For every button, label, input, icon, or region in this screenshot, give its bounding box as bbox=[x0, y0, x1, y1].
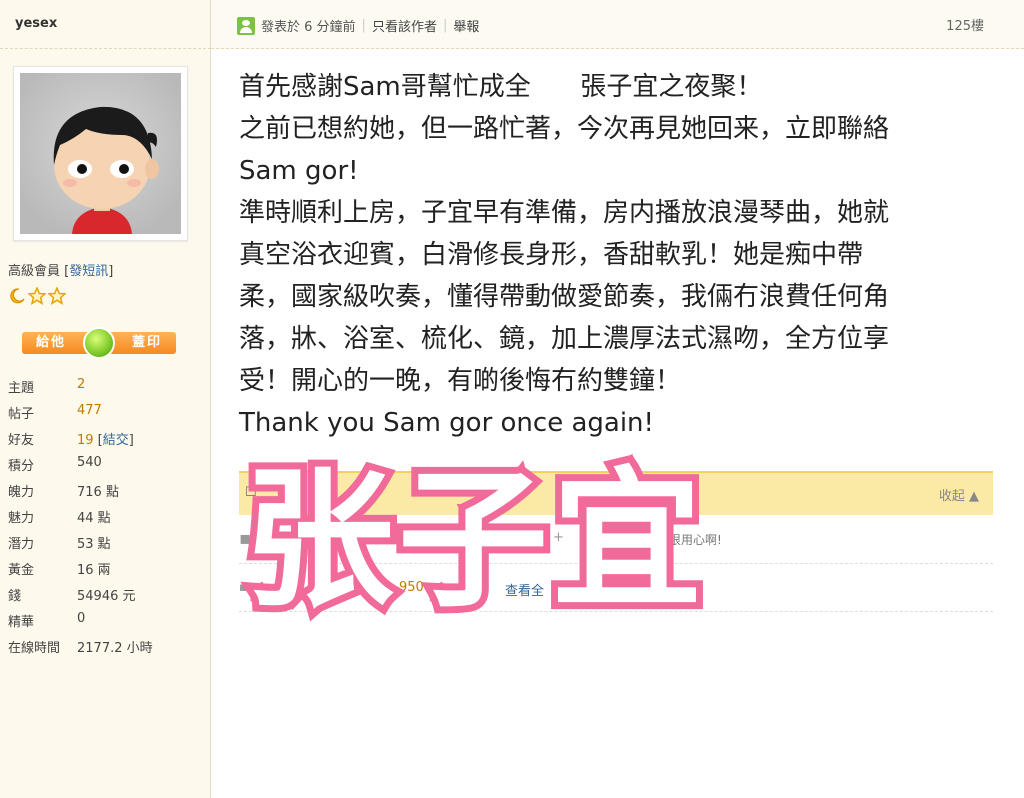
stat-value: 0 bbox=[77, 611, 85, 626]
stat-row: 在線時間 2177.2 小時 bbox=[8, 637, 208, 663]
member-level-text: 高級會員 bbox=[8, 264, 61, 279]
stat-label: 錢 bbox=[8, 589, 22, 604]
avatar[interactable] bbox=[13, 66, 188, 241]
post-line: 柔，國家級吹奏，懂得帶動做愛節奏，我倆冇浪費任何角 bbox=[239, 282, 890, 312]
chevron-up-icon: ▲ bbox=[969, 489, 979, 504]
star-icon bbox=[48, 287, 66, 305]
stat-number: 540 bbox=[77, 455, 102, 470]
stat-label: 魅力 bbox=[8, 511, 35, 526]
user-icon bbox=[237, 16, 255, 35]
stat-number[interactable]: 477 bbox=[77, 403, 102, 418]
post-line: 之前已想約她，但一路忙著，今次再見她回来，立即聯絡 bbox=[239, 114, 890, 144]
watermark-text: 张子宜 bbox=[237, 447, 709, 635]
user-stats: 主題 2 帖子 477 好友 19 [結交] 積分 540 魄力 716 點魅力 44 點潛力 53 … bbox=[8, 377, 208, 663]
stat-value[interactable]: 19 [結交] bbox=[77, 429, 134, 448]
add-friend-link[interactable]: 結交 bbox=[103, 433, 129, 448]
username-link[interactable]: yesex bbox=[15, 16, 57, 31]
user-sidebar: yesex 高級會員 [發短訊] 給他 蓋印 主題 2 帖子 477 好友 19… bbox=[0, 0, 211, 798]
stat-value: 54946 元 bbox=[77, 585, 136, 604]
stat-label: 在線時間 bbox=[8, 641, 61, 656]
stat-value[interactable]: 2 bbox=[77, 377, 85, 392]
send-message-link[interactable]: 發短訊 bbox=[69, 264, 108, 279]
post-line: 準時順利上房，子宜早有準備，房内播放浪漫琴曲，她就 bbox=[239, 198, 890, 228]
posted-time: 發表於 6 分鐘前 bbox=[261, 20, 356, 35]
rank-icons bbox=[8, 287, 66, 307]
stat-number[interactable]: 19 bbox=[77, 433, 94, 448]
stat-value: 44 點 bbox=[77, 507, 111, 526]
post-line: Thank you Sam gor once again! bbox=[239, 408, 654, 438]
divider bbox=[0, 48, 211, 49]
stat-value: 53 點 bbox=[77, 533, 111, 552]
stat-row: 魄力 716 點 bbox=[8, 481, 208, 507]
stat-label: 精華 bbox=[8, 615, 35, 630]
stat-label: 好友 bbox=[8, 433, 35, 448]
stat-number[interactable]: 2 bbox=[77, 377, 85, 392]
stat-number: 54946 元 bbox=[77, 589, 136, 604]
stat-number: 0 bbox=[77, 611, 86, 626]
stat-number: 716 點 bbox=[77, 485, 119, 500]
stat-row: 精華 0 bbox=[8, 611, 208, 637]
stat-label: 帖子 bbox=[8, 407, 35, 422]
only-author-link[interactable]: 只看該作者 bbox=[372, 16, 437, 35]
post-content: 首先感謝Sam哥幫忙成全 張子宜之夜聚！ 之前已想約她，但一路忙著，今次再見她回… bbox=[239, 66, 1009, 444]
stat-row: 主題 2 bbox=[8, 377, 208, 403]
post-line: 受！開心的一晚，有啲後悔冇約雙鐘！ bbox=[239, 366, 682, 396]
stat-number: 53 點 bbox=[77, 537, 111, 552]
stat-label: 潛力 bbox=[8, 537, 35, 552]
stat-label: 積分 bbox=[8, 459, 35, 474]
post-line: 首先感謝Sam哥幫忙成全 張子宜之夜聚！ bbox=[239, 72, 763, 102]
post-header: 發表於 6 分鐘前 | 只看該作者 | 舉報 125樓 bbox=[211, 0, 1024, 49]
stat-row: 潛力 53 點 bbox=[8, 533, 208, 559]
stat-row: 錢 54946 元 bbox=[8, 585, 208, 611]
green-ball-icon bbox=[83, 327, 115, 359]
report-link[interactable]: 舉報 bbox=[453, 16, 479, 35]
stat-row: 魅力 44 點 bbox=[8, 507, 208, 533]
post-line: 落，牀、浴室、梳化、鏡，加上濃厚法式濕吻，全方位享 bbox=[239, 324, 890, 354]
star-icon bbox=[28, 287, 46, 305]
stat-number: 16 兩 bbox=[77, 563, 111, 578]
stat-row: 黃金 16 兩 bbox=[8, 559, 208, 585]
collapse-label: 收起 bbox=[938, 489, 965, 504]
stat-row: 好友 19 [結交] bbox=[8, 429, 208, 455]
stat-label: 黃金 bbox=[8, 563, 35, 578]
post-line: 真空浴衣迎賓，白滑修長身形，香甜軟乳！她是痴中帶 bbox=[239, 240, 864, 270]
stat-label: 魄力 bbox=[8, 485, 35, 500]
stat-number: 2177.2 小時 bbox=[77, 641, 153, 656]
stat-value: 2177.2 小時 bbox=[77, 637, 153, 656]
stat-value: 16 兩 bbox=[77, 559, 111, 578]
moon-icon bbox=[10, 288, 25, 304]
stat-value: 716 點 bbox=[77, 481, 119, 500]
stat-number: 44 點 bbox=[77, 511, 111, 526]
member-level: 高級會員 [發短訊] bbox=[8, 264, 114, 279]
avatar-image bbox=[20, 73, 181, 234]
action-buttons: 給他 蓋印 bbox=[22, 327, 178, 359]
collapse-link[interactable]: 收起 ▲ bbox=[939, 485, 979, 504]
stat-row: 積分 540 bbox=[8, 455, 208, 481]
stat-row: 帖子 477 bbox=[8, 403, 208, 429]
post-meta: 發表於 6 分鐘前 | 只看該作者 | 舉報 bbox=[237, 16, 479, 35]
stat-value: 540 bbox=[77, 455, 102, 470]
stat-label: 主題 bbox=[8, 381, 35, 396]
stat-value[interactable]: 477 bbox=[77, 403, 102, 418]
floor-number[interactable]: 125樓 bbox=[946, 15, 984, 34]
post-line: Sam gor! bbox=[239, 156, 359, 186]
